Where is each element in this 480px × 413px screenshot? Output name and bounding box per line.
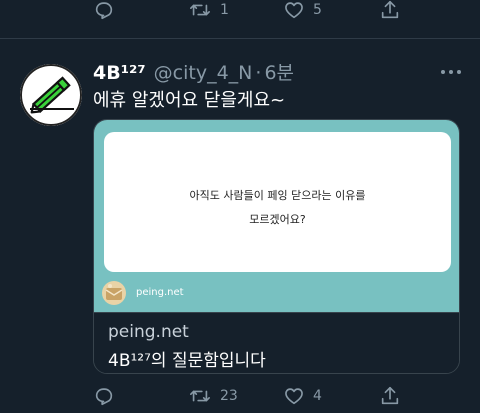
previous-tweet-actions: 1 5 [0,0,480,26]
link-card[interactable]: 아직도 사람들이 페잉 닫으라는 이유를 모르겠어요? peing.net pe… [93,119,460,374]
share-button[interactable] [379,0,401,21]
reply-icon [95,388,113,406]
tweet-text: 에휴 알겠어요 닫을게요~ [93,90,286,111]
retweet-count: 1 [220,2,229,18]
card-title: 4B¹²⁷의 질문함입니다 [108,351,266,371]
tweet-time[interactable]: 6분 [264,58,294,85]
reply-button[interactable] [93,0,115,21]
card-footer: peing.net 4B¹²⁷의 질문함입니다 [94,312,459,373]
tweet-actions: 23 4 [0,381,480,411]
retweet-button[interactable]: 1 [188,0,229,21]
peing-site-label: peing.net [136,287,184,298]
tweet-divider [0,38,480,39]
share-button[interactable] [379,385,401,407]
like-button[interactable]: 5 [283,0,322,21]
like-icon [285,388,303,405]
card-image: 아직도 사람들이 페잉 닫으라는 이유를 모르겠어요? peing.net [94,120,459,312]
separator-dot: · [255,62,262,84]
like-count: 5 [313,2,322,18]
display-name[interactable]: 4B¹²⁷ [93,62,146,84]
like-button[interactable]: 4 [283,385,322,407]
share-icon [381,0,399,19]
question-line-1: 아직도 사람들이 페잉 닫으라는 이유를 [189,189,366,202]
tweet-header: 4B¹²⁷ @city_4_N · 6분 [93,58,294,84]
reply-icon [95,2,113,20]
reply-button[interactable] [93,385,115,407]
question-line-2: 모르겠어요? [249,213,306,226]
share-icon [381,386,399,405]
pencil-icon [20,64,82,126]
more-icon[interactable] [437,62,465,82]
retweet-icon [190,390,210,402]
like-count: 4 [313,388,322,404]
retweet-button[interactable]: 23 [188,385,238,407]
peing-logo-icon [102,281,126,305]
retweet-icon [190,4,210,16]
question-paper: 아직도 사람들이 페잉 닫으라는 이유를 모르겠어요? [104,132,451,272]
retweet-count: 23 [220,388,238,404]
user-handle[interactable]: @city_4_N [154,62,253,84]
like-icon [285,2,303,19]
avatar[interactable] [20,64,82,126]
question-text: 아직도 사람들이 페잉 닫으라는 이유를 모르겠어요? [104,184,451,232]
card-domain: peing.net [108,322,189,342]
